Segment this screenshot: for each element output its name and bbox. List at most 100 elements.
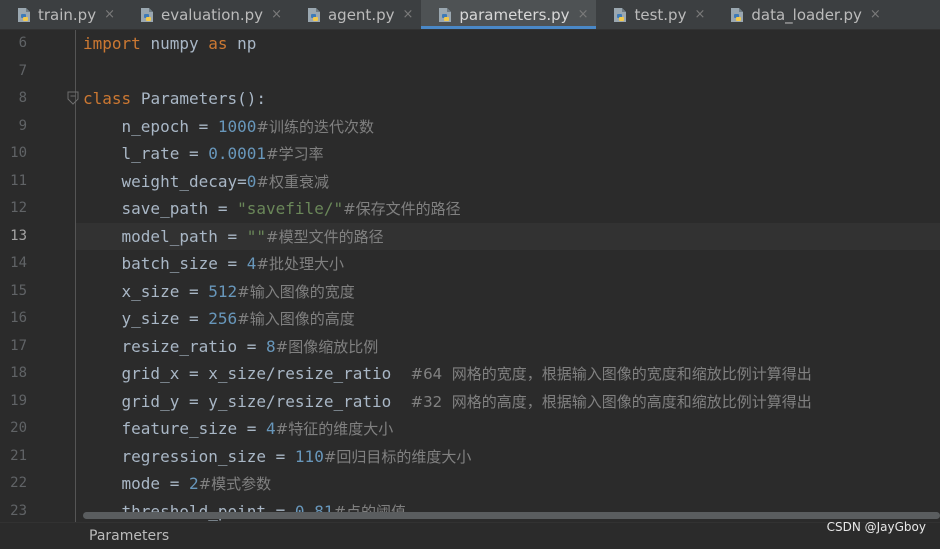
horizontal-scrollbar[interactable]	[83, 512, 940, 519]
number-token: 2	[188, 474, 199, 493]
fold-icon[interactable]	[67, 91, 79, 105]
close-icon[interactable]: ×	[694, 7, 705, 22]
number-token: 0.0001	[208, 144, 267, 163]
watermark: CSDN @JayGboy	[826, 520, 926, 534]
code-line[interactable]: 8 class Parameters():	[0, 85, 940, 113]
code-text: l_rate = 0.0001#学习率	[83, 140, 324, 169]
code-text: y_size = 256#输入图像的高度	[83, 305, 355, 334]
number-token: 256	[208, 309, 238, 328]
code-text: x_size = 512#输入图像的宽度	[83, 278, 355, 307]
comment-token: #模型文件的路径	[266, 227, 384, 246]
line-number: 22	[10, 475, 27, 491]
identifier-token: Parameters():	[140, 89, 267, 108]
code-line[interactable]: 19 grid_y = y_size/resize_ratio #32 网格的高…	[0, 388, 940, 416]
code-text: n_epoch = 1000#训练的迭代次数	[83, 113, 374, 142]
code-line[interactable]: 15 x_size = 512#输入图像的宽度	[0, 278, 940, 306]
code-line[interactable]: 22 mode = 2#模式参数	[0, 470, 940, 498]
identifier-token: grid_y = y_size/resize_ratio	[83, 391, 411, 411]
code-line[interactable]: 16 y_size = 256#输入图像的高度	[0, 305, 940, 333]
comment-token: #输入图像的高度	[237, 310, 355, 328]
identifier-token: batch_size =	[83, 254, 247, 273]
identifier-token: y_size =	[83, 309, 209, 328]
code-line[interactable]: 20 feature_size = 4#特征的维度大小	[0, 415, 940, 443]
code-line[interactable]: 13 model_path = ""#模型文件的路径	[0, 222, 940, 252]
code-line[interactable]: 12 save_path = "savefile/"#保存文件的路径	[0, 195, 940, 223]
code-line[interactable]: 11 weight_decay=0#权重衰减	[0, 168, 940, 196]
tab-train-py[interactable]: train.py ×	[0, 0, 123, 29]
line-number: 13	[10, 227, 27, 244]
code-text: resize_ratio = 8#图像缩放比例	[83, 333, 379, 362]
line-number: 6	[18, 35, 27, 51]
comment-token: #特征的维度大小	[275, 420, 394, 438]
code-text: grid_x = x_size/resize_ratio #64 网格的宽度，根…	[83, 360, 812, 389]
code-text: regression_size = 110#回归目标的维度大小	[83, 443, 472, 472]
code-line[interactable]: 21 regression_size = 110#回归目标的维度大小	[0, 443, 940, 471]
editor-tab-bar: train.py × evaluation.py × agent.py × pa…	[0, 0, 940, 30]
code-line[interactable]: 9 n_epoch = 1000#训练的迭代次数	[0, 113, 940, 141]
number-token: 512	[208, 281, 238, 301]
identifier-token: mode =	[83, 474, 189, 493]
identifier-token: model_path =	[83, 226, 247, 246]
number-token: 8	[266, 336, 276, 356]
close-icon[interactable]: ×	[870, 7, 881, 22]
comment-token: #32 网格的高度，根据输入图像的高度和缩放比例计算得出	[410, 392, 812, 411]
identifier-token: np	[237, 34, 257, 53]
breadcrumb-item-parameters[interactable]: Parameters	[89, 523, 169, 549]
line-number: 11	[10, 172, 27, 189]
close-icon[interactable]: ×	[402, 7, 413, 22]
tab-label: data_loader.py	[751, 5, 862, 24]
comment-token: #回归目标的维度大小	[323, 447, 472, 466]
code-line[interactable]: 7	[0, 58, 940, 86]
python-file-icon	[18, 7, 30, 22]
identifier-token: feature_size =	[83, 419, 267, 438]
code-text: feature_size = 4#特征的维度大小	[83, 415, 394, 444]
line-number: 15	[10, 282, 27, 299]
tab-test-py[interactable]: test.py ×	[596, 0, 713, 29]
comment-token: #输入图像的宽度	[237, 282, 355, 301]
code-line[interactable]: 6 import numpy as np	[0, 30, 940, 58]
comment-token: #训练的迭代次数	[256, 117, 374, 136]
identifier-token: x_size =	[83, 281, 209, 301]
comment-token: #保存文件的路径	[343, 200, 461, 218]
code-line[interactable]: 17 resize_ratio = 8#图像缩放比例	[0, 333, 940, 361]
identifier-token: resize_ratio =	[83, 336, 267, 356]
python-file-icon	[141, 7, 153, 22]
line-number: 12	[10, 200, 27, 216]
line-number: 7	[18, 62, 27, 79]
tab-agent-py[interactable]: agent.py ×	[290, 0, 421, 29]
comment-token: #学习率	[266, 145, 324, 163]
comment-token: #权重衰减	[256, 172, 329, 191]
line-number: 18	[10, 365, 27, 381]
code-line[interactable]: 14 batch_size = 4#批处理大小	[0, 250, 940, 278]
identifier-token: regression_size =	[83, 446, 295, 466]
code-text: model_path = ""#模型文件的路径	[83, 223, 384, 252]
identifier-token: save_path =	[83, 199, 238, 218]
keyword-token: import	[83, 34, 141, 53]
tab-label: train.py	[38, 5, 97, 24]
breadcrumb: Parameters	[0, 522, 940, 548]
comment-token: #64 网格的宽度，根据输入图像的宽度和缩放比例计算得出	[410, 365, 812, 383]
comment-token: #图像缩放比例	[275, 337, 379, 356]
close-icon[interactable]: ×	[578, 7, 589, 22]
line-number: 21	[10, 447, 27, 464]
identifier-token: l_rate =	[83, 144, 209, 163]
tab-label: evaluation.py	[161, 5, 264, 24]
number-token: 4	[266, 419, 276, 438]
code-line[interactable]: 18 grid_x = x_size/resize_ratio #64 网格的宽…	[0, 360, 940, 388]
tab-evaluation-py[interactable]: evaluation.py ×	[123, 0, 290, 29]
identifier-token: numpy	[150, 34, 199, 53]
code-text: save_path = "savefile/"#保存文件的路径	[83, 195, 461, 224]
code-text: import numpy as np	[83, 30, 256, 58]
close-icon[interactable]: ×	[271, 7, 282, 22]
line-number: 9	[18, 117, 27, 134]
tab-parameters-py[interactable]: parameters.py ×	[421, 0, 597, 29]
line-number: 19	[10, 392, 27, 409]
code-editor[interactable]: 6 import numpy as np 7 8 class Parameters():…	[0, 30, 940, 522]
number-token: 0	[246, 171, 257, 191]
line-number: 17	[10, 337, 27, 354]
keyword-token: class	[83, 89, 132, 108]
close-icon[interactable]: ×	[104, 7, 115, 22]
tab-data-loader-py[interactable]: data_loader.py ×	[713, 0, 888, 29]
tab-label: test.py	[634, 5, 687, 24]
code-line[interactable]: 10 l_rate = 0.0001#学习率	[0, 140, 940, 168]
